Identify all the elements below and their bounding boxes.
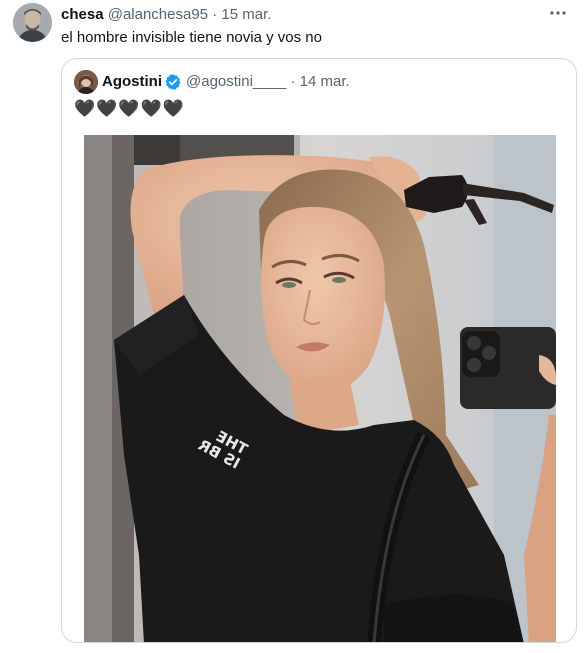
quoted-author-handle[interactable]: @agostini____ [186,73,286,91]
quoted-tweet[interactable]: Agostini @agostini____ · 14 mar. 🖤🖤🖤🖤🖤 T… [61,58,577,643]
header-separator: · [212,6,218,23]
quoted-tweet-header: Agostini @agostini____ · 14 mar. [102,73,350,91]
author-avatar[interactable] [13,3,52,42]
author-display-name[interactable]: chesa [61,6,104,23]
quoted-tweet-photo[interactable]: THE IS BR [84,135,556,642]
author-handle[interactable]: @alanchesa95 [108,6,208,23]
tweet[interactable]: chesa @alanchesa95 · 15 mar. el hombre i… [0,0,584,653]
more-icon [550,11,566,15]
quoted-author-avatar[interactable] [74,70,98,94]
tweet-text: el hombre invisible tiene novia y vos no [61,29,322,46]
quoted-author-display-name[interactable]: Agostini [102,73,162,91]
quoted-header-separator: · [290,73,296,90]
quoted-tweet-date[interactable]: 14 mar. [300,73,350,91]
quoted-tweet-text: 🖤🖤🖤🖤🖤 [74,99,185,118]
face [260,206,385,391]
tweet-header: chesa @alanchesa95 · 15 mar. [61,6,271,24]
tweet-date[interactable]: 15 mar. [221,6,271,23]
more-options-button[interactable] [544,1,572,25]
verified-badge-icon [165,74,181,90]
